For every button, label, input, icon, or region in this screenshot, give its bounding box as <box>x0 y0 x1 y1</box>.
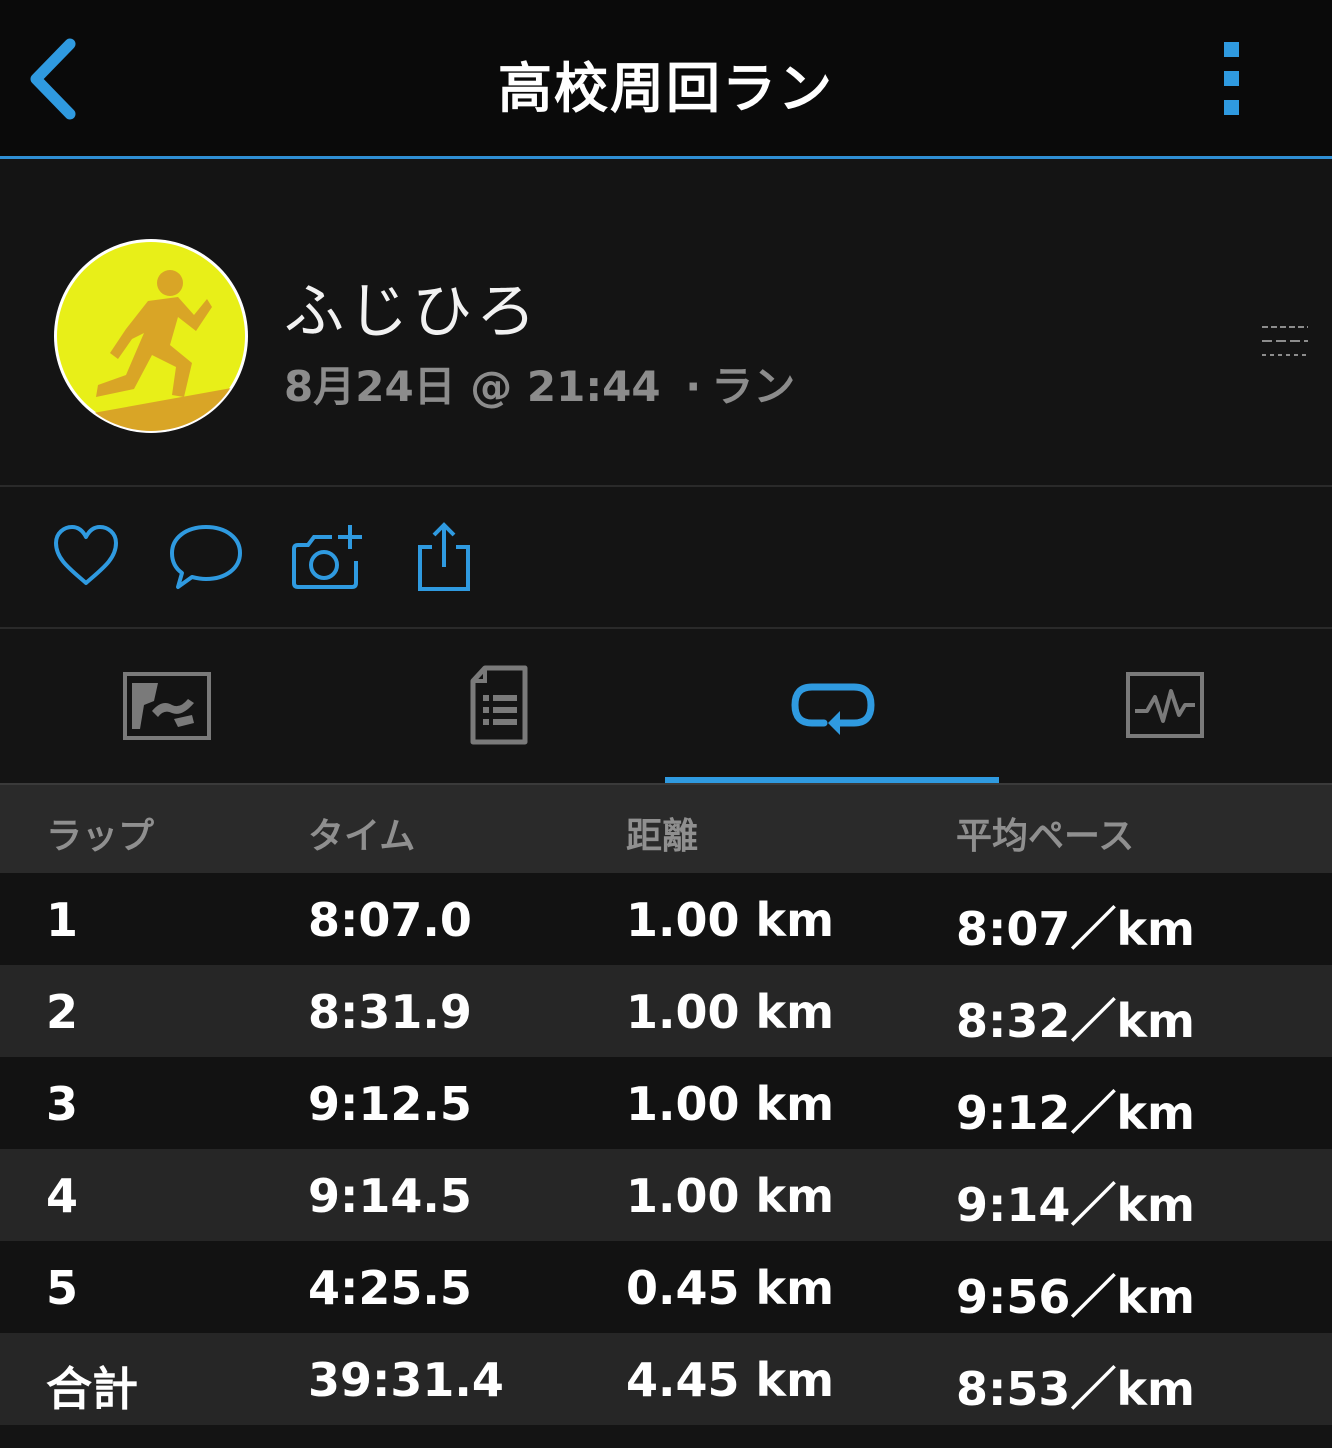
lap-time: 4:25.5 <box>308 1261 472 1315</box>
activity-tabs <box>0 629 1332 785</box>
vertical-ellipsis-icon <box>1224 42 1239 115</box>
total-pace: 8:53／km <box>956 1362 1195 1416</box>
table-row[interactable]: 1 8:07.0 1.00 km 8:07／km <box>0 873 1332 965</box>
lap-distance: 0.45 km <box>626 1261 835 1315</box>
lap-time: 8:31.9 <box>308 985 472 1039</box>
laps-loop-icon <box>791 683 875 735</box>
table-row[interactable]: 2 8:31.9 1.00 km 8:32／km <box>0 965 1332 1057</box>
table-row[interactable]: 4 9:14.5 1.00 km 9:14／km <box>0 1149 1332 1241</box>
lap-number: 1 <box>46 893 79 947</box>
map-icon <box>123 672 211 740</box>
add-photo-icon[interactable] <box>288 521 364 593</box>
lap-pace: 9:14／km <box>956 1178 1195 1232</box>
activity-profile-section: ふじひろ 8月24日 @ 21:44 · ラン <box>0 159 1332 487</box>
tab-map[interactable] <box>0 629 333 783</box>
lap-distance: 1.00 km <box>626 1077 835 1131</box>
table-row[interactable]: 5 4:25.5 0.45 km 9:56／km <box>0 1241 1332 1333</box>
lap-time: 9:12.5 <box>308 1077 472 1131</box>
laps-table: ラップ タイム 距離 平均ペース 1 8:07.0 1.00 km 8:07／k… <box>0 785 1332 1425</box>
lap-pace: 9:56／km <box>956 1270 1195 1324</box>
lap-time: 8:07.0 <box>308 893 472 947</box>
document-list-icon <box>470 665 528 745</box>
heart-icon[interactable] <box>50 521 122 593</box>
at-symbol: @ <box>470 362 513 411</box>
share-icon[interactable] <box>414 521 474 593</box>
filter-icon[interactable] <box>1258 323 1310 359</box>
lap-time: 9:14.5 <box>308 1169 472 1223</box>
avatar[interactable] <box>52 237 250 435</box>
header-avg-pace: 平均ペース <box>956 816 1135 857</box>
lap-number: 2 <box>46 985 79 1039</box>
top-navigation-bar: 高校周回ラン <box>0 0 1332 159</box>
lap-pace: 8:07／km <box>956 902 1195 956</box>
activity-type: ラン <box>711 362 796 411</box>
total-label: 合計 <box>46 1362 138 1416</box>
header-distance: 距離 <box>626 816 699 857</box>
total-time: 39:31.4 <box>308 1353 504 1407</box>
lap-pace: 9:12／km <box>956 1086 1195 1140</box>
header-time: タイム <box>308 816 416 857</box>
total-row: 合計 39:31.4 4.45 km 8:53／km <box>0 1333 1332 1425</box>
lap-distance: 1.00 km <box>626 985 835 1039</box>
activity-time: 21:44 <box>526 362 661 411</box>
table-body: 1 8:07.0 1.00 km 8:07／km 2 8:31.9 1.00 k… <box>0 873 1332 1333</box>
table-row[interactable]: 3 9:12.5 1.00 km 9:12／km <box>0 1057 1332 1149</box>
lap-number: 5 <box>46 1261 79 1315</box>
tab-charts[interactable] <box>999 629 1332 783</box>
activity-date: 8月24日 <box>284 362 456 411</box>
lap-number: 3 <box>46 1077 79 1131</box>
lap-distance: 1.00 km <box>626 1169 835 1223</box>
chart-icon <box>1126 672 1204 738</box>
total-distance: 4.45 km <box>626 1353 835 1407</box>
action-bar <box>0 487 1332 629</box>
user-name[interactable]: ふじひろ <box>284 263 540 350</box>
header-lap: ラップ <box>46 816 155 857</box>
comment-icon[interactable] <box>168 521 244 593</box>
activity-meta: 8月24日 @ 21:44 · ラン <box>284 353 795 414</box>
tab-laps[interactable] <box>666 629 999 783</box>
more-options-button[interactable] <box>1214 40 1250 118</box>
tab-summary[interactable] <box>333 629 666 783</box>
page-title: 高校周回ラン <box>498 57 834 120</box>
active-tab-indicator <box>665 777 999 783</box>
lap-distance: 1.00 km <box>626 893 835 947</box>
table-header: ラップ タイム 距離 平均ペース <box>0 785 1332 873</box>
meta-separator: · <box>685 362 702 411</box>
lap-pace: 8:32／km <box>956 994 1195 1048</box>
lap-number: 4 <box>46 1169 79 1223</box>
